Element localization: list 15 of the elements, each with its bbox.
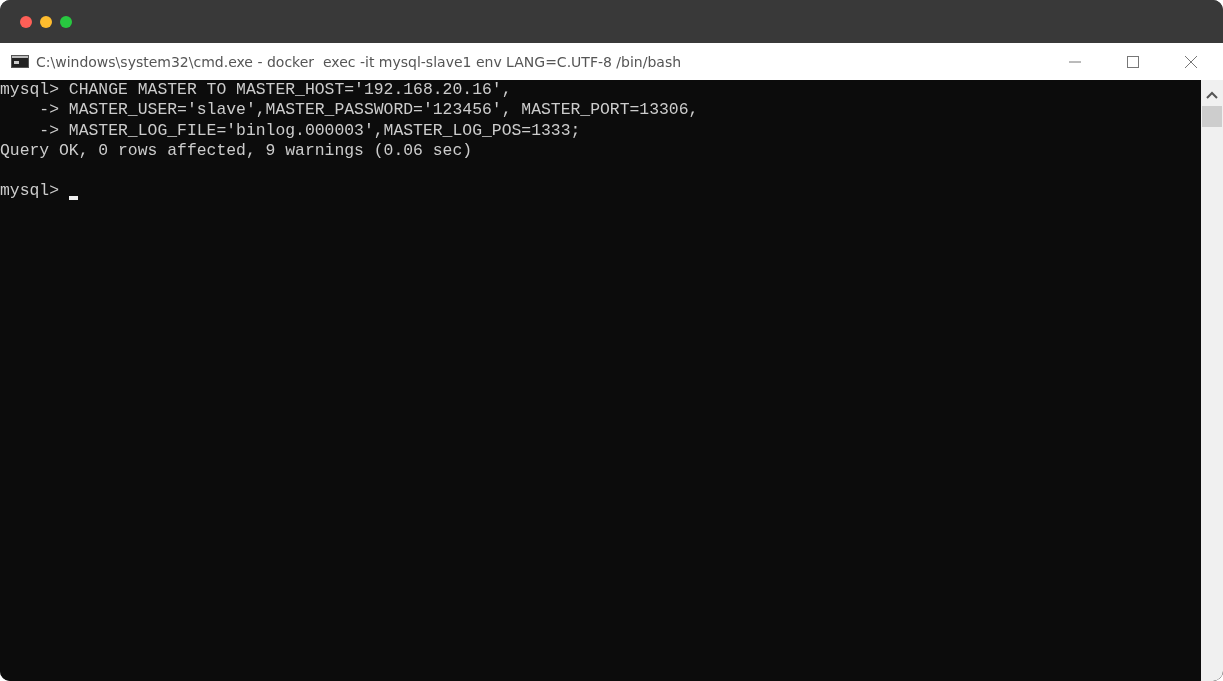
close-icon[interactable] — [1184, 54, 1198, 69]
maximize-icon[interactable] — [1126, 54, 1140, 69]
console-icon — [11, 55, 29, 68]
text-cursor — [68, 195, 78, 200]
console-line: mysql> CHANGE MASTER TO MASTER_HOST='192.168.20.16', — [0, 80, 513, 101]
console-line: Query OK, 0 rows affected, 9 warnings (0.06 sec) — [0, 140, 474, 162]
console-line: -> MASTER_USER='slave',MASTER_PASSWORD='123456', MASTER_PORT=13306, — [38, 100, 700, 121]
window-title: C:\windows\system32\cmd.exe - docker exec -it mysql-slave1 env LANG=C.UTF-8 /bin/bash — [36, 53, 682, 70]
zoom-dot[interactable] — [60, 15, 72, 28]
scroll-thumb[interactable] — [1202, 106, 1222, 127]
console-line: -> MASTER_LOG_FILE='binlog.000003',MASTER_LOG_POS=1333; — [38, 120, 582, 141]
console-prompt: mysql> — [0, 181, 61, 202]
close-dot[interactable] — [20, 15, 32, 28]
minimize-dot[interactable] — [40, 15, 52, 28]
scroll-up-icon[interactable] — [1206, 91, 1218, 99]
